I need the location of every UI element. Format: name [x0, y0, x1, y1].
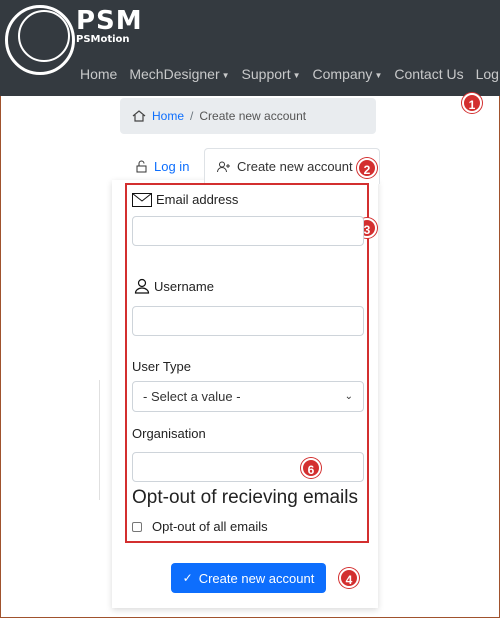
optout-checkbox-row[interactable]: Opt-out of all emails [132, 519, 268, 534]
optout-checkbox-label: Opt-out of all emails [152, 519, 268, 534]
nav-login-label: Log in [475, 66, 500, 82]
tab-login-label: Log in [154, 158, 190, 174]
envelope-icon [132, 192, 152, 207]
caret-down-icon: ▼ [221, 70, 230, 80]
user-type-select[interactable]: - Select a value - ⌄ [132, 381, 364, 412]
callout-badge-6: 6 [301, 458, 321, 478]
tab-create-account[interactable]: Create new account [204, 148, 380, 184]
email-field[interactable] [132, 216, 364, 246]
tab-login[interactable]: Log in [120, 148, 200, 184]
breadcrumb-current: Create new account [199, 109, 307, 123]
email-label: Email address [132, 192, 238, 207]
callout-badge-2: 2 [357, 158, 377, 178]
nav-contact-link[interactable]: Contact Us [394, 66, 463, 82]
home-icon [132, 110, 146, 122]
breadcrumb-home-link[interactable]: Home [152, 109, 184, 123]
nav-links: Home MechDesigner ▼ Support ▼ Company ▼ Con… [80, 66, 500, 82]
caret-down-icon: ▼ [374, 70, 383, 80]
user-type-selected: - Select a value - [143, 389, 241, 404]
logo-inner-ring [18, 10, 70, 62]
create-account-button-label: Create new account [198, 570, 315, 586]
nav-company-label: Company [312, 66, 373, 82]
nav-home-link[interactable]: Home [80, 66, 117, 82]
username-field[interactable] [132, 306, 364, 336]
divider [99, 380, 100, 500]
logo-text: PSM [76, 6, 143, 36]
callout-badge-4: 4 [339, 568, 359, 588]
nav-mechdesigner-label: MechDesigner [129, 66, 220, 82]
caret-down-icon: ▼ [292, 70, 301, 80]
optout-checkbox[interactable] [132, 521, 142, 532]
nav-home-label: Home [80, 66, 118, 82]
organisation-label: Organisation [132, 426, 206, 441]
nav-contact-label: Contact Us [394, 66, 464, 82]
top-navbar: PSM PSMotion Home MechDesigner ▼ Support ▼… [0, 0, 500, 96]
account-tabs: Log in Create new account [120, 148, 380, 184]
nav-support-dropdown[interactable]: Support ▼ [242, 66, 301, 82]
nav-company-dropdown[interactable]: Company ▼ [313, 66, 383, 82]
add-user-icon [217, 161, 230, 172]
callout-badge-1: 1 [462, 93, 482, 113]
nav-support-label: Support [241, 66, 291, 82]
tab-create-label: Create new account [237, 159, 353, 174]
email-label-text: Email address [156, 192, 239, 207]
check-icon: ✓ [182, 571, 193, 585]
unlock-icon [136, 160, 147, 172]
username-label: Username [134, 278, 214, 294]
create-account-button[interactable]: ✓ Create new account [171, 563, 326, 593]
breadcrumb-separator: / [190, 109, 194, 123]
nav-mechdesigner-dropdown[interactable]: MechDesigner ▼ [129, 66, 229, 82]
nav-login-link[interactable]: Log in [476, 66, 500, 82]
breadcrumb: Home / Create new account [120, 98, 376, 134]
organisation-field[interactable] [132, 452, 364, 482]
optout-heading: Opt-out of recieving emails [132, 487, 358, 508]
user-icon [134, 278, 150, 294]
user-type-label: User Type [132, 359, 192, 374]
logo-subtext: PSMotion [76, 34, 130, 45]
chevron-down-icon: ⌄ [344, 391, 353, 402]
username-label-text: Username [154, 278, 214, 294]
